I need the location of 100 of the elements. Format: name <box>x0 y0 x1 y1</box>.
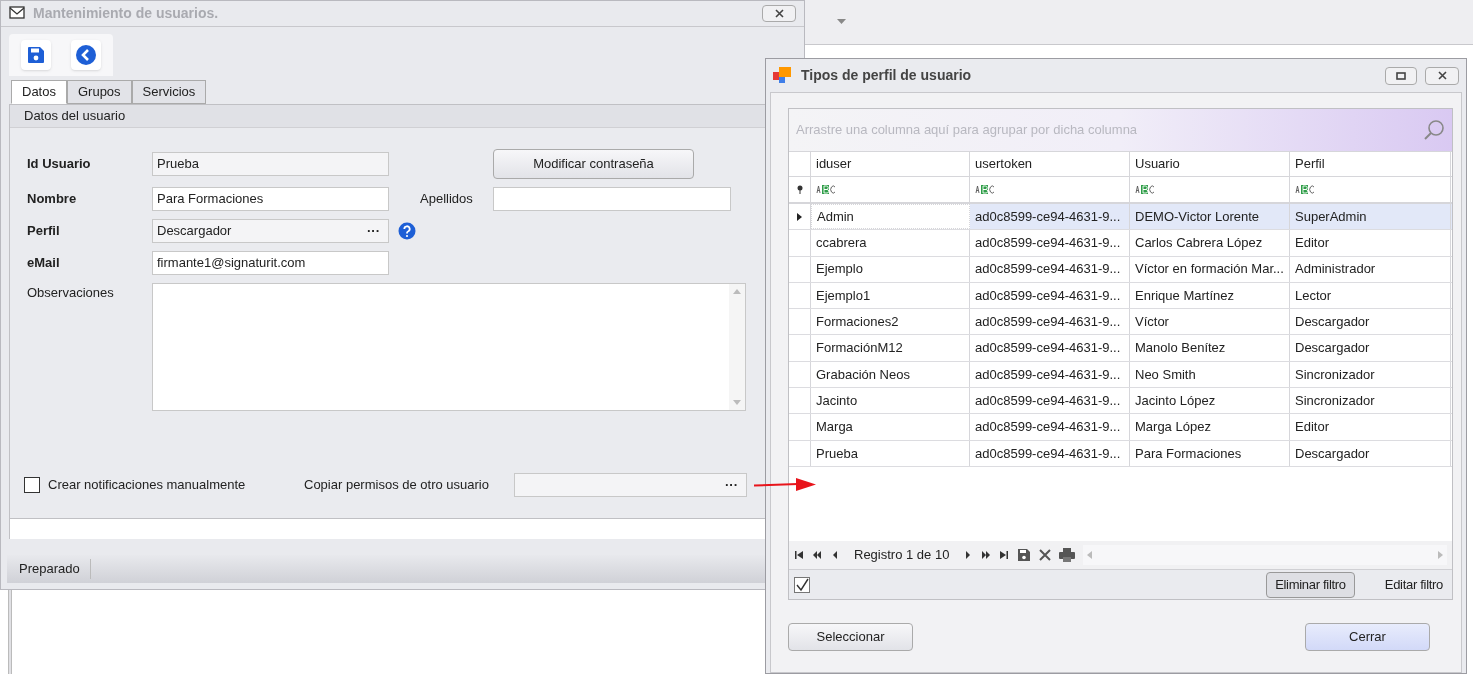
table-cell: Descargador <box>1290 309 1451 335</box>
table-cell: Marga <box>811 414 970 440</box>
table-cell: Administrador <box>1290 256 1451 282</box>
table-row[interactable]: Grabación Neos ad0c8599-ce94-4631-9... Neo Smith Sincronizador <box>789 361 1452 389</box>
text-filter-icon[interactable] <box>975 185 995 194</box>
tab[interactable]: Grupos <box>66 80 132 104</box>
name-field[interactable]: Para Formaciones <box>152 187 389 211</box>
table-row[interactable]: ccabrera ad0c8599-ce94-4631-9... Carlos Cabrera López Editor <box>789 230 1452 257</box>
edit-filter-link[interactable]: Editar filtro <box>1384 574 1443 595</box>
checkbox[interactable] <box>24 477 40 493</box>
browse-button[interactable]: ··· <box>721 475 742 495</box>
table-cell: Ejemplo1 <box>811 282 970 309</box>
table-cell: Ejemplo <box>811 256 970 282</box>
back-button[interactable] <box>71 40 101 70</box>
field-label: Observaciones <box>27 284 115 302</box>
table-row[interactable]: Marga ad0c8599-ce94-4631-9... Marga López Editor <box>789 414 1452 441</box>
back-icon <box>75 44 97 66</box>
column-header[interactable]: Perfil <box>1290 152 1451 176</box>
change-password-button[interactable]: Modificar contraseña <box>493 149 694 179</box>
table-cell: Grabación Neos <box>811 361 970 388</box>
print-icon[interactable] <box>1059 548 1076 562</box>
field-label: Apellidos <box>419 190 474 209</box>
table-cell: Víctor <box>1130 309 1290 335</box>
column-header[interactable]: Usuario <box>1130 152 1290 176</box>
field-label: Copiar permisos de otro usuario <box>304 476 490 495</box>
table-cell: Sincronizador <box>1290 361 1451 388</box>
table-cell: ad0c8599-ce94-4631-9... <box>970 309 1130 335</box>
maximize-button[interactable] <box>1385 66 1417 85</box>
text-filter-icon[interactable] <box>816 185 836 194</box>
column-header[interactable]: usertoken <box>970 152 1130 176</box>
close-dialog-button[interactable]: Cerrar <box>1305 623 1430 651</box>
profile-field[interactable]: Descargador ··· <box>152 219 389 243</box>
pin-icon <box>796 185 803 194</box>
email-field[interactable]: firmante1@signaturit.com <box>152 251 389 275</box>
table-cell: ad0c8599-ce94-4631-9... <box>970 335 1130 361</box>
field-label: eMail <box>27 254 61 273</box>
table-row[interactable]: FormaciónM12 ad0c8599-ce94-4631-9... Manolo Benítez Descargador <box>789 335 1452 362</box>
previous-page-icon[interactable] <box>812 550 822 560</box>
close-button[interactable] <box>1425 66 1459 85</box>
table-cell: Formaciones2 <box>811 309 970 335</box>
table-cell: ad0c8599-ce94-4631-9... <box>970 440 1130 466</box>
dropdown-arrow-icon <box>837 19 846 24</box>
first-record-icon[interactable] <box>794 550 804 560</box>
cancel-icon[interactable] <box>1039 549 1052 561</box>
table-row[interactable]: Prueba ad0c8599-ce94-4631-9... Para Formaciones Descargador <box>789 440 1452 467</box>
app-logo-icon <box>773 66 793 85</box>
table-row[interactable]: Jacinto ad0c8599-ce94-4631-9... Jacinto López Sincronizador <box>789 388 1452 415</box>
table-row[interactable]: Admin ad0c8599-ce94-4631-9... DEMO-Victor Lorente SuperAdmin <box>789 204 1452 231</box>
id-field[interactable]: Prueba <box>152 152 389 176</box>
table-row[interactable]: Ejemplo1 ad0c8599-ce94-4631-9... Enrique Martínez Lector <box>789 282 1452 310</box>
save-button[interactable] <box>21 40 51 70</box>
table-cell: Admin <box>811 204 970 230</box>
text-filter-icon[interactable] <box>1135 185 1155 194</box>
group-panel-hint: Arrastre una columna aquí para agrupar por dicha columna <box>796 121 1139 140</box>
table-cell: Para Formaciones <box>1130 440 1290 466</box>
table-cell: FormaciónM12 <box>811 335 970 361</box>
last-record-icon[interactable] <box>999 550 1010 560</box>
select-button[interactable]: Seleccionar <box>788 623 913 651</box>
annotation-arrow <box>754 477 816 493</box>
field-label: Perfil <box>27 222 61 241</box>
surname-field[interactable] <box>493 187 731 211</box>
table-cell: Marga López <box>1130 414 1290 440</box>
table-cell: Manolo Benítez <box>1130 335 1290 361</box>
manual-notifications-checkbox[interactable]: Crear notificaciones manualmente <box>24 475 304 495</box>
table-cell: Víctor en formación Mar... <box>1130 256 1290 282</box>
field-label: Nombre <box>27 190 78 209</box>
table-cell: ad0c8599-ce94-4631-9... <box>970 230 1130 256</box>
maximize-icon <box>1396 71 1406 80</box>
table-row[interactable]: Formaciones2 ad0c8599-ce94-4631-9... Víctor Descargador <box>789 309 1452 336</box>
table-cell: Descargador <box>1290 335 1451 361</box>
table-cell: ad0c8599-ce94-4631-9... <box>970 282 1130 309</box>
clear-filter-button[interactable]: Eliminar filtro <box>1266 571 1355 598</box>
envelope-icon <box>9 6 25 21</box>
table-cell: Editor <box>1290 230 1451 256</box>
close-icon <box>774 9 784 18</box>
save-icon[interactable] <box>1017 548 1032 562</box>
next-page-icon[interactable] <box>981 550 992 560</box>
tab[interactable]: Datos <box>11 80 67 104</box>
copy-permissions-field[interactable]: ··· <box>514 473 747 497</box>
save-icon <box>27 46 45 64</box>
filter-checkbox[interactable] <box>794 576 810 593</box>
notes-field[interactable] <box>152 283 746 411</box>
table-row[interactable]: Ejemplo ad0c8599-ce94-4631-9... Víctor en formación Mar... Administrador <box>789 256 1452 283</box>
column-header[interactable]: iduser <box>811 152 970 176</box>
field-label: Id Usuario <box>27 155 92 174</box>
table-cell: Carlos Cabrera López <box>1130 230 1290 256</box>
help-icon[interactable] <box>398 222 416 240</box>
table-cell: Jacinto <box>811 388 970 414</box>
tab[interactable]: Servicios <box>131 80 207 104</box>
window-title: Tipos de perfil de usuario <box>801 66 973 85</box>
browse-button[interactable]: ··· <box>363 221 384 241</box>
close-button[interactable] <box>762 5 796 22</box>
table-cell: ad0c8599-ce94-4631-9... <box>970 256 1130 282</box>
table-cell: Editor <box>1290 414 1451 440</box>
table-cell: DEMO-Victor Lorente <box>1130 204 1290 230</box>
table-cell: Prueba <box>811 440 970 466</box>
text-filter-icon[interactable] <box>1295 185 1315 194</box>
table-cell: ad0c8599-ce94-4631-9... <box>970 388 1130 414</box>
table-cell: Jacinto López <box>1130 388 1290 414</box>
table-cell: SuperAdmin <box>1290 204 1451 230</box>
